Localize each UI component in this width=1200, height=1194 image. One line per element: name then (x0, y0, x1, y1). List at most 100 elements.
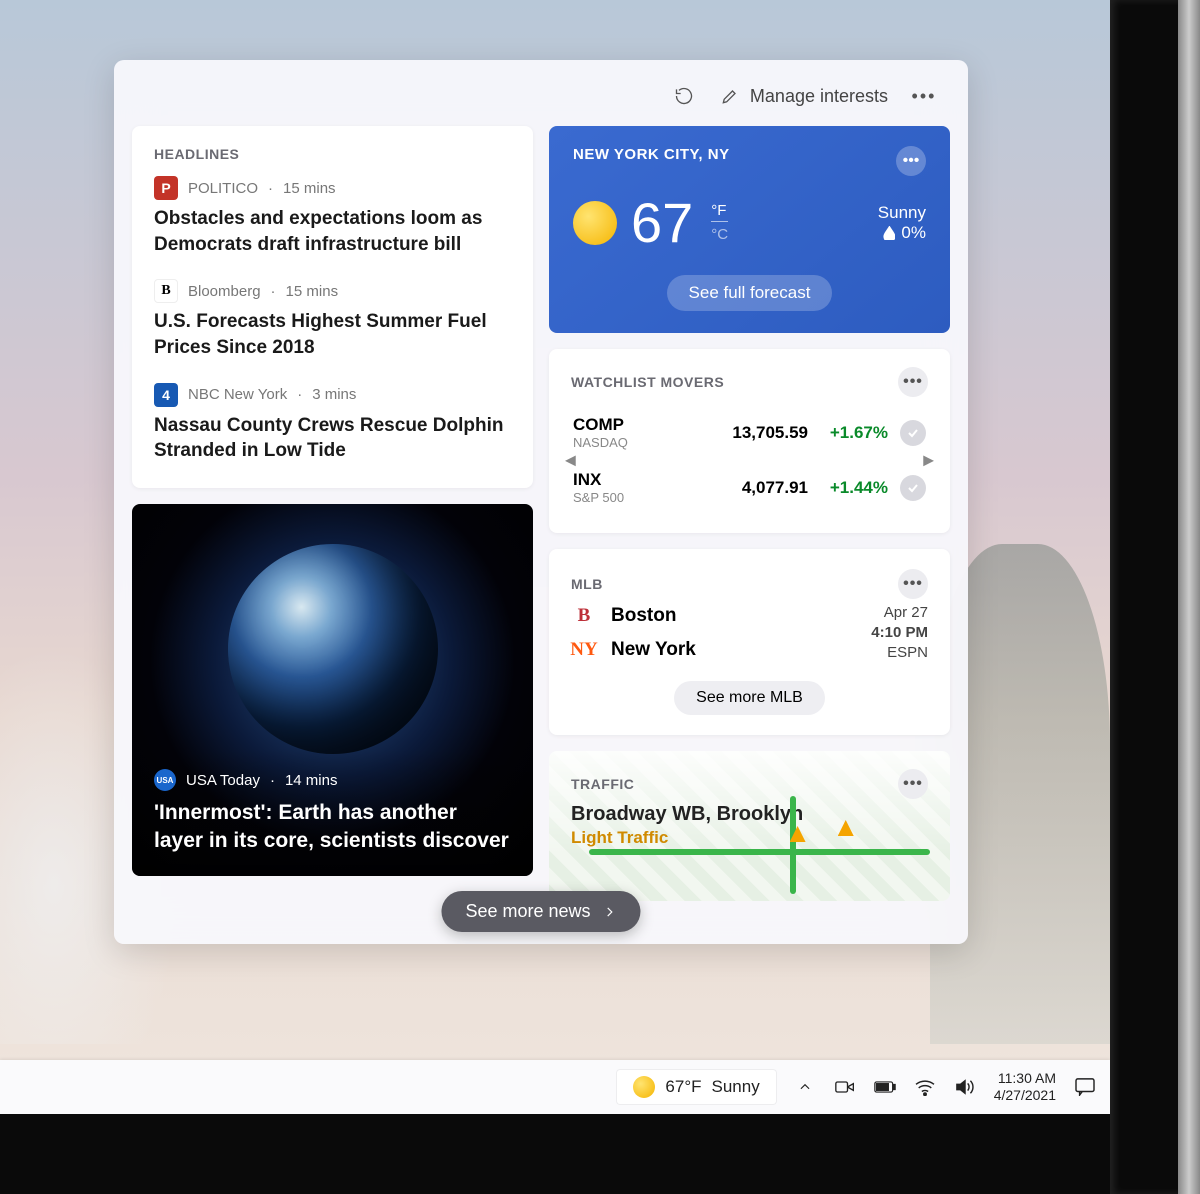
ticker-symbol: COMP (573, 415, 708, 435)
ticker-name: S&P 500 (573, 490, 708, 505)
chevron-left-icon[interactable]: ◀ (565, 452, 576, 469)
manage-interests-label: Manage interests (750, 86, 888, 107)
see-more-news-label: See more news (465, 901, 590, 922)
ticker-value: 13,705.59 (708, 423, 808, 443)
taskbar-clock[interactable]: 11:30 AM 4/27/2021 (994, 1070, 1056, 1105)
headlines-title: HEADLINES (154, 146, 511, 162)
see-forecast-button[interactable]: See full forecast (667, 275, 833, 311)
mlb-title: MLB (571, 576, 603, 592)
road-line (589, 849, 930, 855)
hero-overlay: USA USA Today · 14 mins 'Innermost': Ear… (132, 749, 533, 876)
headline-time: 3 mins (312, 386, 356, 403)
mlb-network: ESPN (871, 643, 928, 663)
headline-source: NBC New York (188, 386, 287, 403)
weather-location: NEW YORK CITY, NY (573, 146, 730, 163)
chevron-right-icon[interactable]: ▶ (923, 452, 934, 469)
droplet-icon (883, 226, 895, 240)
tray-chevron-up-icon[interactable] (794, 1077, 816, 1097)
meet-now-icon[interactable] (834, 1077, 856, 1097)
sun-icon (633, 1076, 655, 1098)
traffic-card[interactable]: TRAFFIC ••• Broadway WB, Brooklyn Light … (549, 751, 950, 901)
headline-item[interactable]: B Bloomberg · 15 mins U.S. Forecasts Hig… (154, 279, 511, 360)
hero-source: USA Today (186, 772, 260, 789)
see-more-mlb-button[interactable]: See more MLB (674, 681, 825, 715)
weather-card[interactable]: NEW YORK CITY, NY ••• 67 °F °C Sunny (549, 126, 950, 333)
taskbar-weather-button[interactable]: 67°F Sunny (617, 1070, 775, 1104)
see-more-news-button[interactable]: See more news (441, 891, 640, 932)
headline-title: Nassau County Crews Rescue Dolphin Stran… (154, 413, 511, 464)
team-badge: NY (571, 637, 597, 663)
taskbar-temp: 67°F (665, 1077, 701, 1097)
left-column: HEADLINES P POLITICO · 15 mins Obstacles… (132, 126, 533, 901)
road-line (790, 796, 796, 894)
hero-news-card[interactable]: USA USA Today · 14 mins 'Innermost': Ear… (132, 504, 533, 876)
weather-condition: Sunny (878, 203, 926, 223)
ticker-change: +1.67% (808, 423, 888, 443)
traffic-more-icon[interactable]: ••• (898, 769, 928, 799)
mlb-more-icon[interactable]: ••• (898, 569, 928, 599)
flyout-header: Manage interests ••• (128, 78, 954, 126)
mlb-game-info: Apr 27 4:10 PM ESPN (871, 603, 928, 664)
source-badge: B (154, 279, 178, 303)
mlb-team-row[interactable]: B Boston (571, 599, 696, 633)
mlb-team-row[interactable]: NY New York (571, 633, 696, 667)
battery-icon[interactable] (874, 1077, 896, 1097)
earth-graphic (228, 544, 438, 754)
refresh-icon[interactable] (672, 84, 696, 108)
taskbar: 67°F Sunny 11:30 AM 4/27/2021 (0, 1060, 1110, 1114)
device-bezel-bottom (0, 1114, 1200, 1194)
traffic-status: Light Traffic (571, 828, 928, 848)
team-name: New York (611, 639, 696, 661)
right-column: NEW YORK CITY, NY ••• 67 °F °C Sunny (549, 126, 950, 901)
watchlist-card: WATCHLIST MOVERS ••• ◀ ▶ COMP NASDAQ 13,… (549, 349, 950, 533)
traffic-title: TRAFFIC (571, 776, 634, 792)
taskbar-cond: Sunny (712, 1077, 760, 1097)
headline-item[interactable]: P POLITICO · 15 mins Obstacles and expec… (154, 176, 511, 257)
watchlist-title: WATCHLIST MOVERS (571, 374, 724, 390)
headline-item[interactable]: 4 NBC New York · 3 mins Nassau County Cr… (154, 383, 511, 464)
ticker-name: NASDAQ (573, 435, 708, 450)
ticker-value: 4,077.91 (708, 478, 808, 498)
source-badge: P (154, 176, 178, 200)
mlb-card: MLB ••• B Boston NY New York (549, 549, 950, 735)
weather-more-icon[interactable]: ••• (896, 146, 926, 176)
hero-title: 'Innermost': Earth has another layer in … (154, 799, 511, 854)
watchlist-more-icon[interactable]: ••• (898, 367, 928, 397)
wifi-icon[interactable] (914, 1077, 936, 1097)
chevron-right-icon (603, 905, 617, 919)
pencil-icon (720, 86, 740, 106)
notifications-icon[interactable] (1074, 1077, 1096, 1097)
ticker-symbol: INX (573, 470, 708, 490)
team-name: Boston (611, 605, 676, 627)
hero-time: 14 mins (285, 772, 338, 789)
source-badge: USA (154, 769, 176, 791)
manage-interests-button[interactable]: Manage interests (720, 86, 888, 107)
unit-c[interactable]: °C (711, 224, 728, 243)
traffic-road: Broadway WB, Brooklyn (571, 803, 928, 826)
headline-source: Bloomberg (188, 283, 261, 300)
check-icon[interactable] (900, 475, 926, 501)
headline-source: POLITICO (188, 180, 258, 197)
headlines-card: HEADLINES P POLITICO · 15 mins Obstacles… (132, 126, 533, 488)
headline-time: 15 mins (286, 283, 339, 300)
weather-temp: 67 (631, 190, 693, 255)
more-icon[interactable]: ••• (912, 84, 936, 108)
sun-icon (573, 201, 617, 245)
headline-title: Obstacles and expectations loom as Democ… (154, 206, 511, 257)
ticker-row[interactable]: INX S&P 500 4,077.91 +1.44% (573, 460, 926, 515)
unit-f[interactable]: °F (711, 202, 728, 222)
volume-icon[interactable] (954, 1077, 976, 1097)
headline-time: 15 mins (283, 180, 336, 197)
mlb-date: Apr 27 (871, 603, 928, 623)
weather-precip: 0% (901, 223, 926, 243)
ticker-row[interactable]: COMP NASDAQ 13,705.59 +1.67% (573, 405, 926, 460)
taskbar-date: 4/27/2021 (994, 1087, 1056, 1105)
taskbar-time: 11:30 AM (994, 1070, 1056, 1088)
check-icon[interactable] (900, 420, 926, 446)
unit-toggle[interactable]: °F °C (711, 202, 728, 243)
headline-title: U.S. Forecasts Highest Summer Fuel Price… (154, 309, 511, 360)
device-edge (1178, 0, 1200, 1194)
team-badge: B (571, 603, 597, 629)
source-badge: 4 (154, 383, 178, 407)
ticker-change: +1.44% (808, 478, 888, 498)
